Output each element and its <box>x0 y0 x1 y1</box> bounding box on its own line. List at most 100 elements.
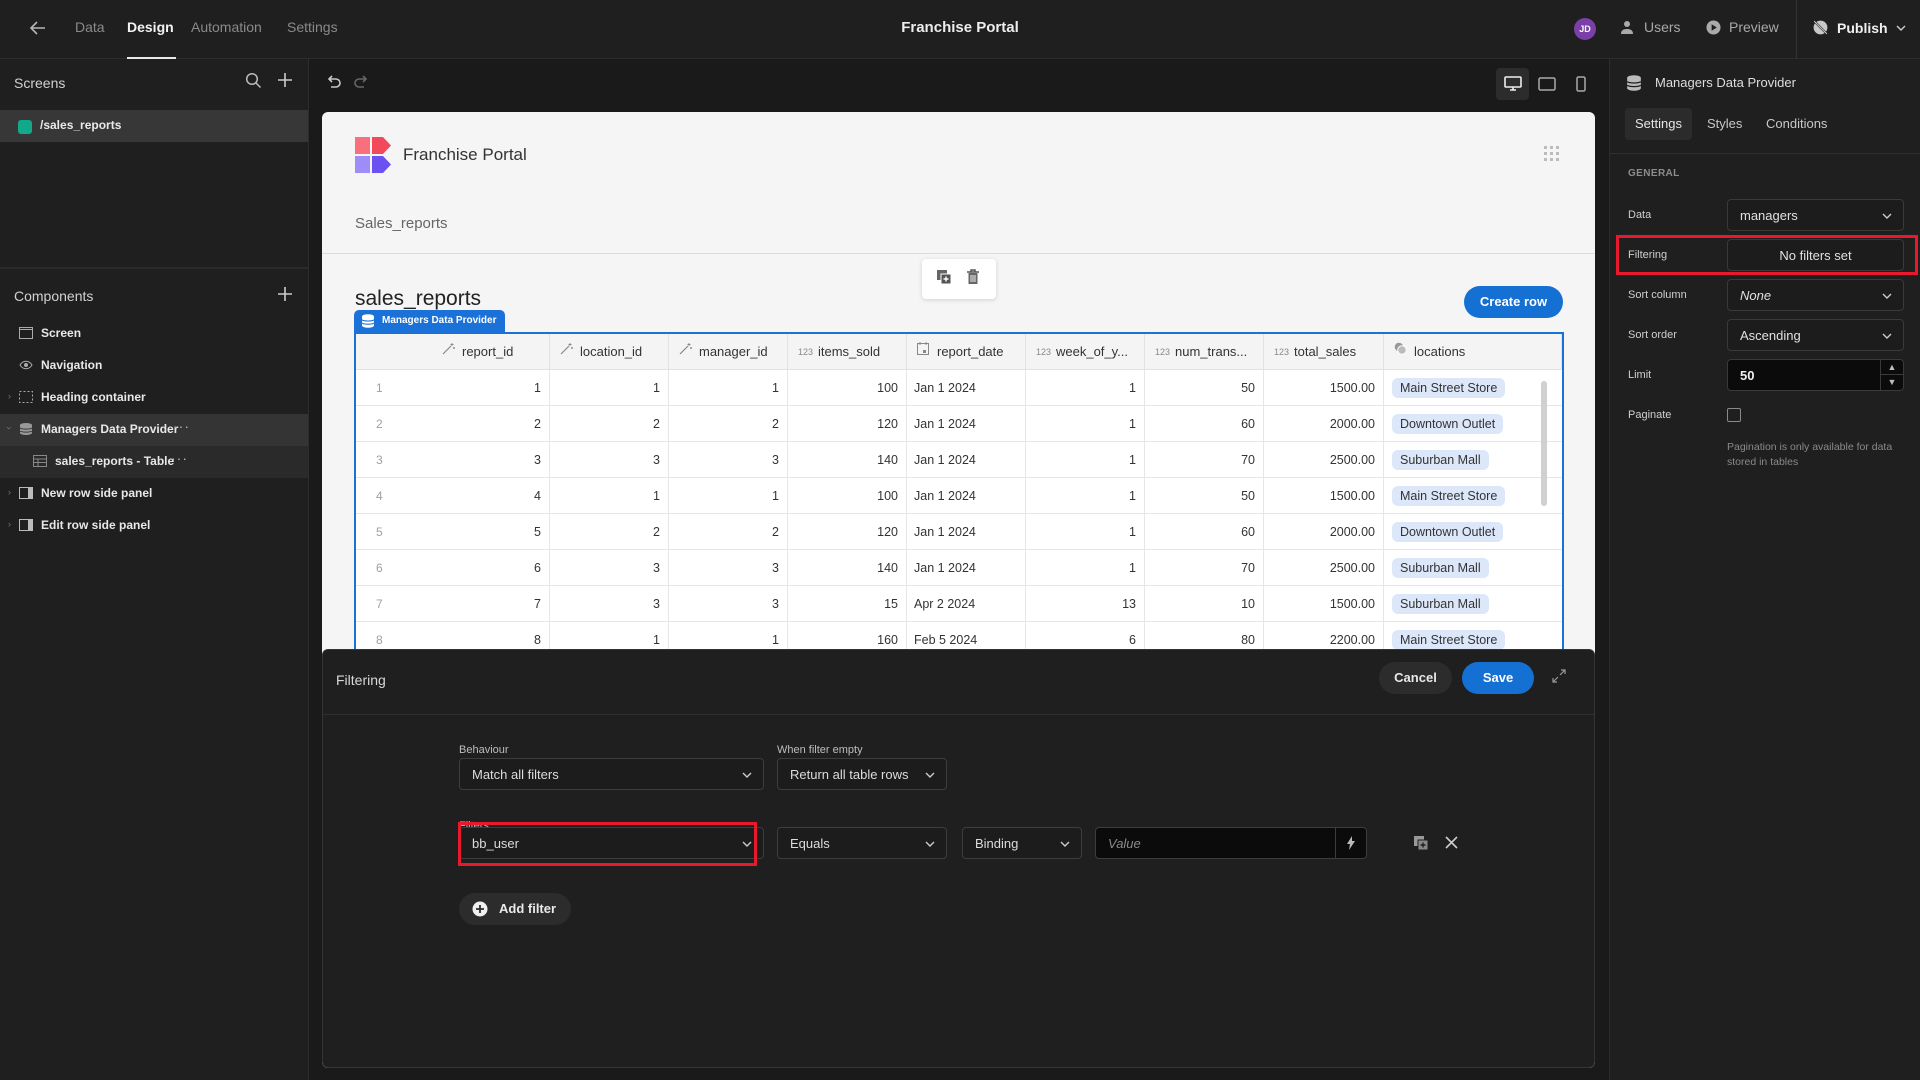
tab-automation[interactable]: Automation <box>191 19 262 35</box>
cell-report-date[interactable]: Jan 1 2024 <box>907 514 1026 550</box>
filter-operator-select[interactable]: Equals <box>777 827 947 859</box>
cell-location-id[interactable]: 3 <box>550 550 669 586</box>
cell-total-sales[interactable]: 2500.00 <box>1264 442 1384 478</box>
desktop-view-button[interactable] <box>1496 68 1529 100</box>
cell-week-of-year[interactable]: 1 <box>1026 442 1145 478</box>
column-header-report_id[interactable]: report_id <box>356 334 550 370</box>
cell-manager-id[interactable]: 1 <box>669 370 788 406</box>
nav-link-sales-reports[interactable]: Sales_reports <box>355 215 448 232</box>
filtering-button[interactable]: No filters set <box>1727 239 1904 271</box>
selected-component-tag[interactable]: Managers Data Provider <box>354 310 505 332</box>
panel-divider[interactable] <box>0 267 308 269</box>
location-pill[interactable]: Downtown Outlet <box>1392 414 1504 434</box>
cell-week-of-year[interactable]: 1 <box>1026 514 1145 550</box>
cell-manager-id[interactable]: 3 <box>669 442 788 478</box>
cell-total-sales[interactable]: 2000.00 <box>1264 514 1384 550</box>
component-screen[interactable]: Screen <box>0 318 308 350</box>
table-scrollbar[interactable] <box>1541 381 1547 506</box>
column-header-manager_id[interactable]: manager_id <box>669 334 788 370</box>
cell-items-sold[interactable]: 120 <box>788 514 907 550</box>
cell-total-sales[interactable]: 1500.00 <box>1264 586 1384 622</box>
tab-design[interactable]: Design <box>127 19 174 35</box>
cell-items-sold[interactable]: 100 <box>788 478 907 514</box>
users-button[interactable]: Users <box>1620 19 1681 35</box>
publish-button[interactable]: Publish <box>1812 19 1906 36</box>
column-header-week_of_y[interactable]: 123 week_of_y... <box>1026 334 1145 370</box>
cell-num-transactions[interactable]: 50 <box>1145 478 1264 514</box>
cell-total-sales[interactable]: 2000.00 <box>1264 406 1384 442</box>
expand-icon[interactable] <box>1551 668 1569 686</box>
chevron-down-icon[interactable]: › <box>5 427 15 430</box>
redo-icon[interactable] <box>352 73 370 96</box>
cell-items-sold[interactable]: 120 <box>788 406 907 442</box>
location-pill[interactable]: Suburban Mall <box>1392 594 1489 614</box>
add-component-icon[interactable] <box>277 286 293 307</box>
cell-report-date[interactable]: Jan 1 2024 <box>907 442 1026 478</box>
more-options-icon[interactable]: ··· <box>171 450 188 466</box>
cell-manager-id[interactable]: 2 <box>669 514 788 550</box>
avatar[interactable]: JD <box>1574 18 1596 40</box>
when-filter-empty-select[interactable]: Return all table rows <box>777 758 947 790</box>
cell-report-id[interactable]: 5 <box>416 514 550 550</box>
cell-report-date[interactable]: Jan 1 2024 <box>907 406 1026 442</box>
location-pill[interactable]: Main Street Store <box>1392 486 1506 506</box>
column-header-num_trans[interactable]: 123 num_trans... <box>1145 334 1264 370</box>
trash-icon[interactable] <box>966 269 980 290</box>
chevron-right-icon[interactable]: › <box>8 519 11 529</box>
cell-items-sold[interactable]: 140 <box>788 442 907 478</box>
cell-report-date[interactable]: Jan 1 2024 <box>907 550 1026 586</box>
cell-report-id[interactable]: 4 <box>416 478 550 514</box>
cell-location-id[interactable]: 1 <box>550 478 669 514</box>
column-header-location_id[interactable]: location_id <box>550 334 669 370</box>
tab-styles[interactable]: Styles <box>1697 108 1752 140</box>
cell-report-id[interactable]: 3 <box>416 442 550 478</box>
tab-data[interactable]: Data <box>75 19 105 35</box>
data-select[interactable]: managers <box>1727 199 1904 231</box>
column-header-locations[interactable]: locations <box>1384 334 1562 370</box>
cell-num-transactions[interactable]: 70 <box>1145 550 1264 586</box>
paginate-checkbox[interactable] <box>1727 408 1741 422</box>
add-filter-button[interactable]: Add filter <box>459 893 571 925</box>
cancel-button[interactable]: Cancel <box>1379 662 1452 694</box>
cell-num-transactions[interactable]: 10 <box>1145 586 1264 622</box>
filter-value-input[interactable] <box>1096 828 1332 858</box>
tab-settings[interactable]: Settings <box>1625 108 1692 140</box>
cell-report-date[interactable]: Jan 1 2024 <box>907 370 1026 406</box>
table-row[interactable]: 5 5 2 2 120 Jan 1 2024 1 60 2000.00 Downtown Outl… <box>356 514 1562 550</box>
cell-total-sales[interactable]: 1500.00 <box>1264 370 1384 406</box>
limit-input[interactable] <box>1728 360 1878 390</box>
cell-manager-id[interactable]: 2 <box>669 406 788 442</box>
cell-locations[interactable]: Suburban Mall <box>1384 586 1562 622</box>
location-pill[interactable]: Main Street Store <box>1392 378 1506 398</box>
cell-total-sales[interactable]: 2500.00 <box>1264 550 1384 586</box>
cell-location-id[interactable]: 3 <box>550 442 669 478</box>
cell-locations[interactable]: Downtown Outlet <box>1384 514 1562 550</box>
cell-items-sold[interactable]: 100 <box>788 370 907 406</box>
mobile-view-button[interactable] <box>1564 68 1597 100</box>
cell-week-of-year[interactable]: 1 <box>1026 406 1145 442</box>
cell-items-sold[interactable]: 15 <box>788 586 907 622</box>
chevron-right-icon[interactable]: › <box>8 487 11 497</box>
cell-num-transactions[interactable]: 60 <box>1145 406 1264 442</box>
tab-settings[interactable]: Settings <box>287 19 338 35</box>
preview-button[interactable]: Preview <box>1706 19 1779 35</box>
cell-week-of-year[interactable]: 13 <box>1026 586 1145 622</box>
cell-manager-id[interactable]: 3 <box>669 550 788 586</box>
cell-location-id[interactable]: 1 <box>550 370 669 406</box>
cell-num-transactions[interactable]: 70 <box>1145 442 1264 478</box>
component-edit-row-side-panel[interactable]: › Edit row side panel <box>0 510 308 542</box>
cell-week-of-year[interactable]: 1 <box>1026 478 1145 514</box>
table-row[interactable]: 2 2 2 2 120 Jan 1 2024 1 60 2000.00 Downtown Outl… <box>356 406 1562 442</box>
component-heading-container[interactable]: › Heading container <box>0 382 308 414</box>
screen-item-sales-reports[interactable]: /sales_reports <box>0 110 308 142</box>
table-row[interactable]: 4 4 1 1 100 Jan 1 2024 1 50 1500.00 Main Street S… <box>356 478 1562 514</box>
table-row[interactable]: 3 3 3 3 140 Jan 1 2024 1 70 2500.00 Suburban Mall <box>356 442 1562 478</box>
cell-num-transactions[interactable]: 50 <box>1145 370 1264 406</box>
remove-filter-icon[interactable] <box>1445 836 1458 854</box>
undo-icon[interactable] <box>325 73 343 96</box>
cell-week-of-year[interactable]: 1 <box>1026 370 1145 406</box>
cell-locations[interactable]: Main Street Store <box>1384 478 1562 514</box>
cell-locations[interactable]: Main Street Store <box>1384 370 1562 406</box>
decrement-icon[interactable]: ▼ <box>1881 375 1903 390</box>
column-header-items_sold[interactable]: 123 items_sold <box>788 334 907 370</box>
